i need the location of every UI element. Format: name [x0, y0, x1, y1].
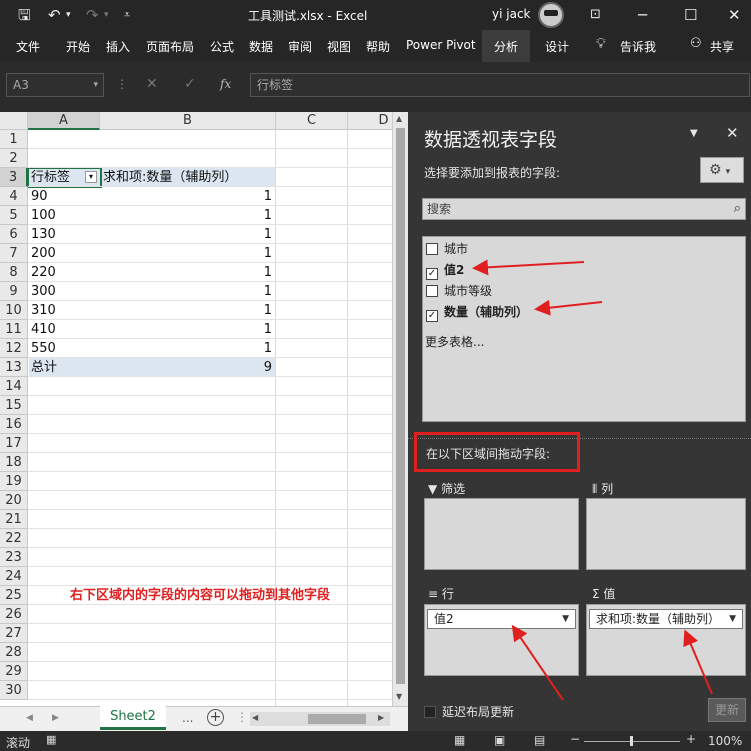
- arrow: [683, 629, 713, 695]
- zoom-in-icon[interactable]: +: [686, 732, 696, 746]
- arrow: [534, 299, 603, 316]
- zoom-thumb[interactable]: [630, 736, 633, 746]
- page-break-icon[interactable]: ▤: [534, 733, 545, 747]
- annotation-arrows: [472, 259, 713, 701]
- page-layout-icon[interactable]: ▣: [494, 733, 505, 747]
- arrow: [511, 624, 564, 701]
- zoom-out-icon[interactable]: −: [570, 732, 580, 746]
- arrow: [472, 259, 585, 276]
- macro-record-icon[interactable]: ▦: [46, 733, 56, 746]
- normal-view-icon[interactable]: ▦: [454, 733, 465, 747]
- zoom-slider[interactable]: [584, 736, 680, 746]
- status-mode: 滚动: [6, 736, 31, 750]
- zoom-level[interactable]: 100%: [708, 734, 742, 748]
- status-bar: 滚动 ▦ ▦ ▣ ▤ − + 100%: [0, 731, 751, 751]
